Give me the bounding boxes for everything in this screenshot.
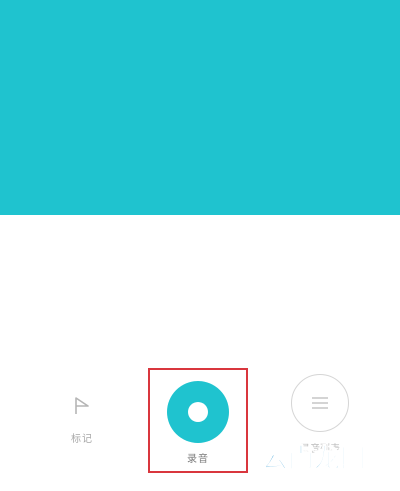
waveform-panel bbox=[0, 0, 400, 215]
record-icon bbox=[188, 402, 208, 422]
flag-icon[interactable] bbox=[68, 392, 96, 420]
list-icon bbox=[312, 397, 328, 409]
mark-control[interactable]: 标记 bbox=[32, 362, 132, 462]
mark-label: 标记 bbox=[71, 434, 93, 445]
record-button[interactable] bbox=[167, 381, 229, 443]
watermark: 云南龙网 bbox=[261, 444, 367, 474]
record-control-highlight[interactable]: 录音 bbox=[148, 368, 248, 473]
record-label: 录音 bbox=[187, 454, 209, 465]
list-button[interactable] bbox=[291, 374, 349, 432]
